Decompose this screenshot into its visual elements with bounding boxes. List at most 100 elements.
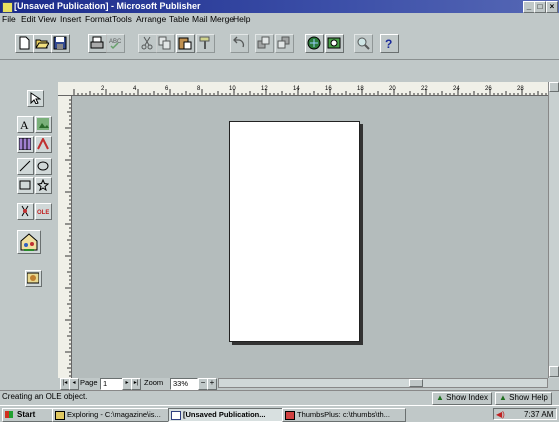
window-title: [Unsaved Publication] - Microsoft Publis… [14, 1, 201, 11]
page-wizard-icon[interactable] [305, 34, 324, 53]
object-toolbox: A OLE [0, 60, 58, 378]
horizontal-scroll-thumb[interactable] [409, 379, 423, 387]
previous-page-button[interactable]: ◂ [69, 378, 79, 390]
menu-mail-merge[interactable]: Mail Merge [192, 14, 234, 24]
box-icon[interactable] [17, 177, 34, 194]
taskbar-item-exploring[interactable]: Exploring - C:\magazine\is... [52, 408, 181, 422]
windows-logo-icon [5, 411, 13, 418]
up-arrow-icon: ▲ [436, 393, 444, 402]
cut-icon[interactable] [138, 34, 157, 53]
maximize-button[interactable]: □ [534, 1, 546, 13]
menu-tools[interactable]: Tools [112, 14, 132, 24]
title-bar: [Unsaved Publication] - Microsoft Publis… [0, 0, 559, 13]
page-wizard-frame-icon[interactable] [17, 230, 41, 254]
new-icon[interactable] [15, 34, 34, 53]
thumbsplus-icon [285, 411, 295, 420]
ruler-label: 6 [165, 86, 169, 92]
status-bar: Creating an OLE object. ▲ Show Index ▲ S… [0, 390, 559, 405]
publisher-app-icon[interactable] [2, 2, 13, 13]
vertical-scrollbar[interactable] [548, 82, 559, 378]
menu-help[interactable]: Help [233, 14, 250, 24]
spelling-icon[interactable]: ABC [106, 34, 125, 53]
oval-icon[interactable] [35, 158, 52, 175]
ruler-label: 12 [261, 86, 268, 92]
zoom-label: Zoom [144, 378, 164, 387]
ole-object-icon[interactable] [17, 203, 34, 220]
send-to-back-icon[interactable] [275, 34, 294, 53]
wordart-frame-icon[interactable] [35, 136, 52, 153]
task-label: Exploring - C:\magazine\is... [67, 410, 161, 419]
taskbar-item-thumbsplus[interactable]: ThumbsPlus: c:\thumbs\th... [282, 408, 406, 422]
menu-file[interactable]: File [2, 14, 16, 24]
ruler-label: 8 [197, 86, 201, 92]
ruler-label: 26 [485, 86, 492, 92]
volume-icon[interactable]: ◀) [496, 410, 505, 419]
page-number-field[interactable]: 1 [100, 378, 124, 390]
undo-icon[interactable] [230, 34, 249, 53]
vertical-ruler-ticks [65, 99, 71, 377]
page-navigation-bar: |◂ ◂ Page 1 ▸ ▸| Zoom 33% − + [58, 378, 559, 390]
ruler-label: 18 [357, 86, 364, 92]
format-painter-icon[interactable] [196, 34, 215, 53]
ruler-label: 2 [101, 86, 105, 92]
open-icon[interactable] [33, 34, 52, 53]
clock: 7:37 AM [524, 410, 554, 419]
text-frame-icon[interactable]: A [17, 116, 34, 133]
design-gallery-icon[interactable] [325, 34, 344, 53]
zoom-field[interactable]: 33% [170, 378, 198, 390]
standard-toolbar: ABC ? [0, 26, 559, 60]
ruler-label: 22 [421, 86, 428, 92]
folder-icon [55, 411, 65, 420]
status-text: Creating an OLE object. [2, 392, 88, 401]
taskbar-item-publisher[interactable]: [Unsaved Publication... [168, 408, 294, 422]
menu-edit[interactable]: Edit [21, 14, 36, 24]
show-index-button[interactable]: ▲ Show Index [432, 392, 492, 405]
publisher-icon [171, 411, 181, 420]
ruler-label: 4 [133, 86, 137, 92]
system-tray: ◀) 7:37 AM [493, 408, 557, 420]
svg-text:ABC: ABC [109, 39, 122, 45]
ruler-label: 14 [293, 86, 300, 92]
task-label: ThumbsPlus: c:\thumbs\th... [297, 410, 390, 419]
vertical-ruler[interactable] [58, 96, 72, 378]
menu-view[interactable]: View [38, 14, 56, 24]
last-page-button[interactable]: ▸| [131, 378, 141, 390]
show-help-button[interactable]: ▲ Show Help [495, 392, 552, 405]
horizontal-ruler[interactable]: 24681012141618202224262830 [58, 82, 554, 96]
menu-table[interactable]: Table [169, 14, 189, 24]
scroll-up-button[interactable] [549, 82, 559, 92]
up-arrow-icon: ▲ [499, 393, 507, 402]
menu-format[interactable]: Format [85, 14, 112, 24]
task-label: [Unsaved Publication... [183, 410, 266, 419]
save-icon[interactable] [51, 34, 70, 53]
custom-shape-icon[interactable] [35, 177, 52, 194]
picture-frame-icon[interactable] [35, 116, 52, 133]
table-frame-icon[interactable] [17, 136, 34, 153]
line-icon[interactable] [17, 158, 34, 175]
bring-to-front-icon[interactable] [255, 34, 274, 53]
ruler-label: 28 [517, 86, 524, 92]
design-gallery-object-icon[interactable] [25, 270, 42, 287]
paste-icon[interactable] [176, 34, 195, 53]
ruler-label: 24 [453, 86, 460, 92]
svg-text:A: A [20, 118, 29, 130]
copy-icon[interactable] [156, 34, 175, 53]
svg-text:?: ? [385, 37, 392, 50]
zoom-icon[interactable] [354, 34, 373, 53]
zoom-in-button[interactable]: + [207, 378, 217, 390]
show-help-label: Show Help [509, 393, 548, 402]
start-label: Start [17, 410, 36, 419]
clip-art-icon[interactable]: OLE [35, 203, 52, 220]
help-icon[interactable]: ? [380, 34, 399, 53]
scroll-down-button[interactable] [549, 366, 559, 377]
menu-insert[interactable]: Insert [60, 14, 81, 24]
pointer-icon[interactable] [27, 90, 44, 107]
print-icon[interactable] [88, 34, 107, 53]
publication-page[interactable] [229, 121, 360, 342]
taskbar: Start Exploring - C:\magazine\is... [Uns… [0, 405, 559, 422]
horizontal-scrollbar[interactable] [218, 378, 548, 388]
menu-arrange[interactable]: Arrange [136, 14, 166, 24]
ruler-label: 20 [389, 86, 396, 92]
ruler-label: 16 [325, 86, 332, 92]
close-button[interactable]: × [546, 1, 558, 13]
